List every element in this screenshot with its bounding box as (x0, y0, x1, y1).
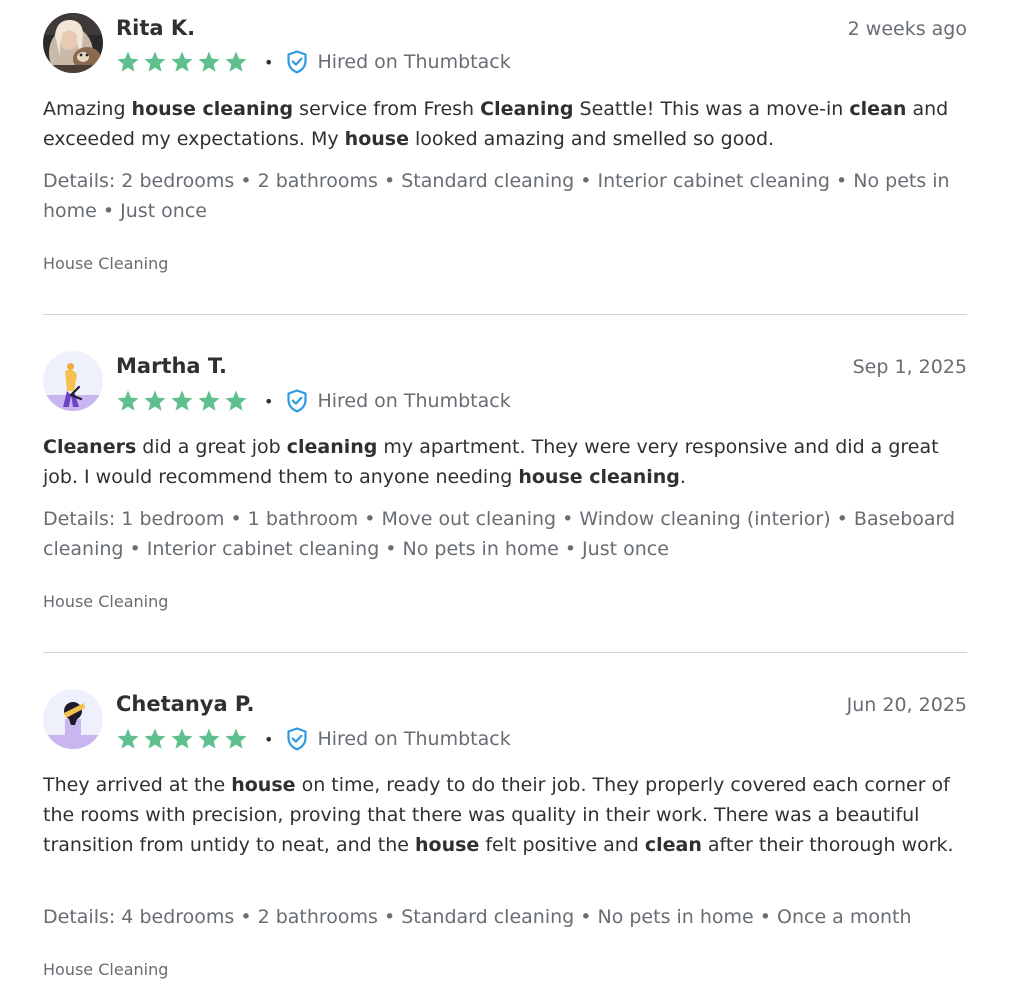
text-run: did a great job (136, 436, 287, 458)
highlighted-keyword: clean (849, 98, 907, 120)
highlighted-keyword: house (344, 128, 409, 150)
star-icon (117, 728, 139, 749)
star-icon (171, 728, 193, 749)
review-date: Sep 1, 2025 (852, 356, 967, 378)
highlighted-keyword: house (415, 834, 480, 856)
hired-label: Hired on Thumbtack (317, 51, 511, 73)
highlighted-keyword: house cleaning (518, 466, 680, 488)
review-card: Martha T. Sep 1, 2025 • Hired on Thumbta… (43, 315, 967, 653)
text-run: looked amazing and smelled so good. (408, 128, 775, 150)
hired-label: Hired on Thumbtack (317, 390, 511, 412)
hired-label: Hired on Thumbtack (317, 728, 511, 750)
star-icon (198, 390, 220, 411)
service-category: House Cleaning (43, 254, 169, 273)
review-details: Details: 4 bedrooms • 2 bathrooms • Stan… (43, 906, 912, 928)
reviewer-name: Chetanya P. (116, 692, 255, 716)
review-text: Amazing house cleaning service from Fres… (43, 94, 967, 154)
star-icon (144, 390, 166, 411)
highlighted-keyword: Cleaners (43, 436, 137, 458)
reviews-list: Rita K. 2 weeks ago • Hired on Thumbtack… (43, 0, 967, 1006)
star-icon (198, 728, 220, 749)
review-text: They arrived at the house on time, ready… (43, 770, 967, 860)
separator-dot: • (264, 729, 274, 749)
highlighted-keyword: clean (644, 834, 702, 856)
highlighted-keyword: cleaning (286, 436, 378, 458)
text-run: after their thorough work. (701, 834, 954, 856)
star-icon (225, 51, 247, 72)
review-meta: • Hired on Thumbtack (116, 388, 511, 414)
text-run: They arrived at the (43, 774, 232, 796)
star-rating (116, 727, 248, 751)
hired-badge: Hired on Thumbtack (286, 389, 511, 413)
star-icon (225, 728, 247, 749)
star-icon (117, 51, 139, 72)
highlighted-keyword: house cleaning (131, 98, 294, 120)
text-run: Seattle! This was a move-in (573, 98, 850, 120)
star-icon (144, 728, 166, 749)
review-date: 2 weeks ago (847, 18, 967, 40)
reviewer-name: Rita K. (116, 16, 196, 40)
shield-check-icon (286, 727, 308, 751)
avatar (43, 13, 103, 73)
highlighted-keyword: house (231, 774, 296, 796)
text-run: Amazing (43, 98, 132, 120)
separator-dot: • (264, 391, 274, 411)
shield-check-icon (286, 50, 308, 74)
avatar (43, 689, 103, 749)
service-category: House Cleaning (43, 960, 169, 979)
review-card: Chetanya P. Jun 20, 2025 • Hired on Thum… (43, 653, 967, 1006)
star-icon (171, 390, 193, 411)
text-run: . (679, 466, 686, 488)
service-category: House Cleaning (43, 592, 169, 611)
review-text: Cleaners did a great job cleaning my apa… (43, 432, 967, 492)
reviewer-name: Martha T. (116, 354, 228, 378)
hired-badge: Hired on Thumbtack (286, 727, 511, 751)
review-details: Details: 2 bedrooms • 2 bathrooms • Stan… (43, 170, 950, 222)
separator-dot: • (264, 52, 274, 72)
star-icon (225, 390, 247, 411)
highlighted-keyword: Cleaning (480, 98, 574, 120)
review-details: Details: 1 bedroom • 1 bathroom • Move o… (43, 508, 956, 560)
star-rating (116, 389, 248, 413)
star-icon (144, 51, 166, 72)
star-icon (117, 390, 139, 411)
star-rating (116, 50, 248, 74)
shield-check-icon (286, 389, 308, 413)
star-icon (171, 51, 193, 72)
hired-badge: Hired on Thumbtack (286, 50, 511, 74)
text-run: felt positive and (479, 834, 645, 856)
review-date: Jun 20, 2025 (846, 694, 967, 716)
review-meta: • Hired on Thumbtack (116, 49, 511, 75)
avatar (43, 351, 103, 411)
review-meta: • Hired on Thumbtack (116, 726, 511, 752)
text-run: service from Fresh (293, 98, 481, 120)
review-card: Rita K. 2 weeks ago • Hired on Thumbtack… (43, 0, 967, 315)
star-icon (198, 51, 220, 72)
